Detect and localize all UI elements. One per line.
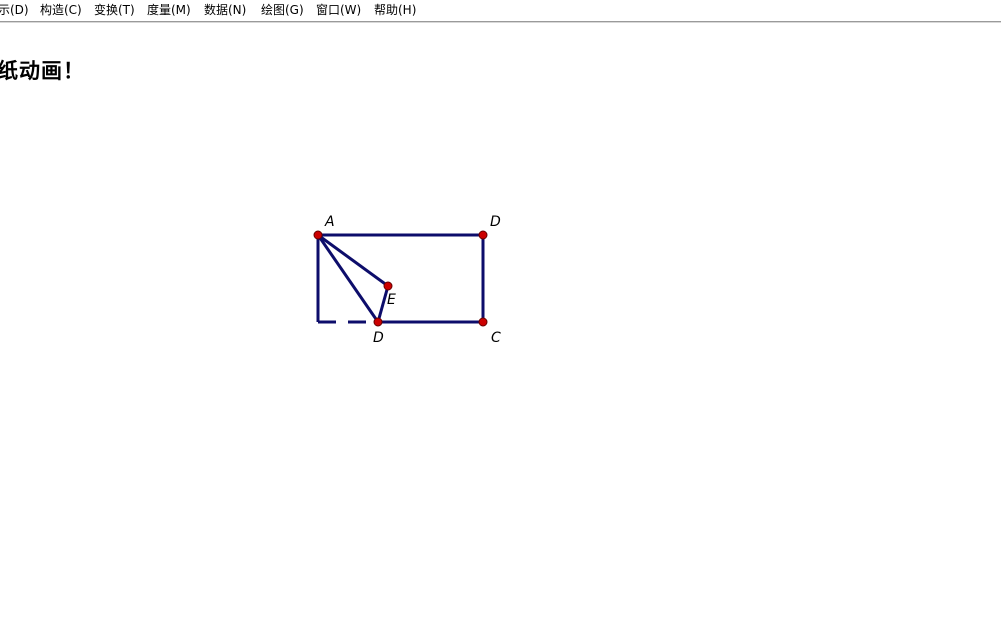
point-e[interactable] xyxy=(383,281,393,291)
label-d-bottom: D xyxy=(373,330,384,346)
point-a[interactable] xyxy=(313,230,323,240)
label-a: A xyxy=(324,214,335,230)
label-c: C xyxy=(491,330,501,346)
segment-a-e[interactable] xyxy=(317,233,389,288)
segment-a-d[interactable] xyxy=(316,234,380,323)
label-e: E xyxy=(387,292,396,308)
point-c[interactable] xyxy=(478,317,488,327)
point-d-bottom[interactable] xyxy=(373,317,383,327)
point-d-top[interactable] xyxy=(478,230,488,240)
geometry-figure: A D E D C xyxy=(313,214,501,346)
label-d-top: D xyxy=(490,214,501,230)
